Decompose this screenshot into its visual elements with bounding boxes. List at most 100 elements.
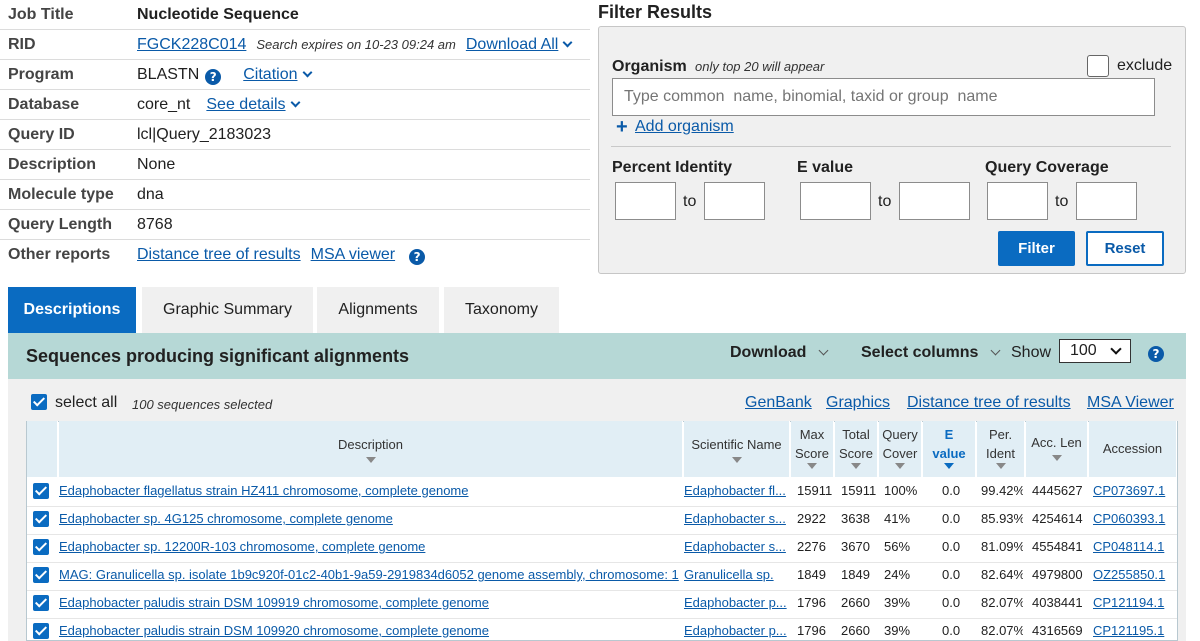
job-title-label: Job Title — [8, 6, 74, 23]
msa-viewer-link[interactable]: MSA viewer — [311, 246, 395, 264]
job-summary: Job Title Nucleotide Sequence RID FGCK22… — [0, 0, 590, 270]
row-description-link[interactable]: Edaphobacter flagellatus strain HZ411 ch… — [59, 483, 679, 498]
chevron-down-icon[interactable] — [302, 67, 312, 78]
query-length-label: Query Length — [8, 216, 113, 233]
header-description[interactable]: Description — [59, 421, 683, 477]
header-total-score[interactable]: Total Score — [835, 421, 878, 477]
row-checkbox[interactable] — [33, 483, 49, 499]
genbank-link[interactable]: GenBank — [745, 394, 812, 412]
evalue-min-input[interactable] — [800, 182, 871, 220]
tab-alignments[interactable]: Alignments — [317, 287, 439, 333]
summary-row-job-title: Job Title Nucleotide Sequence — [0, 0, 590, 30]
row-accession-link[interactable]: CP073697.1 — [1093, 483, 1173, 498]
row-accession-link[interactable]: CP121194.1 — [1093, 595, 1173, 610]
download-menu[interactable]: Download — [730, 344, 829, 362]
row-checkbox[interactable] — [33, 539, 49, 555]
row-acc-len: 4038441 — [1032, 595, 1083, 610]
row-total-score: 2660 — [841, 595, 870, 610]
row-description-link[interactable]: Edaphobacter sp. 4G125 chromosome, compl… — [59, 511, 679, 526]
select-all-checkbox[interactable] — [31, 394, 47, 410]
row-accession-link[interactable]: CP060393.1 — [1093, 511, 1173, 526]
row-description-link[interactable]: Edaphobacter paludis strain DSM 109919 c… — [59, 595, 679, 610]
header-accession[interactable]: Accession — [1089, 421, 1177, 477]
organism-input[interactable] — [612, 78, 1155, 116]
row-checkbox[interactable] — [33, 595, 49, 611]
msa-viewer-results-link[interactable]: MSA Viewer — [1087, 394, 1174, 412]
evalue-max-input[interactable] — [899, 182, 970, 220]
chevron-down-icon[interactable] — [562, 37, 573, 48]
filter-button[interactable]: Filter — [998, 231, 1075, 266]
query-coverage-min-input[interactable] — [987, 182, 1048, 220]
show-count-select[interactable]: 100 — [1059, 339, 1131, 363]
header-evalue[interactable]: Evalue — [923, 421, 976, 477]
row-evalue: 0.0 — [942, 623, 961, 638]
query-length-value: 8768 — [137, 216, 173, 233]
row-per-ident: 82.07% — [981, 595, 1023, 610]
program-value: BLASTN — [137, 66, 200, 83]
header-query-cover[interactable]: Query Cover — [879, 421, 922, 477]
row-checkbox[interactable] — [33, 511, 49, 527]
percent-identity-max-input[interactable] — [704, 182, 765, 220]
plus-icon[interactable]: + — [616, 116, 628, 139]
row-accession-link[interactable]: OZ255850.1 — [1093, 567, 1173, 582]
row-evalue: 0.0 — [942, 567, 961, 582]
tab-graphic-summary[interactable]: Graphic Summary — [142, 287, 313, 333]
molecule-type-value: dna — [137, 186, 164, 203]
summary-row-program: Program BLASTN ? Citation — [0, 60, 590, 90]
row-scientific-name-link[interactable]: Edaphobacter s... — [684, 539, 788, 554]
query-coverage-label: Query Coverage — [985, 159, 1109, 176]
row-divider — [27, 562, 1177, 563]
graphics-link[interactable]: Graphics — [826, 394, 890, 412]
row-description-link[interactable]: MAG: Granulicella sp. isolate 1b9c920f-0… — [59, 567, 679, 582]
row-query-cover: 39% — [884, 595, 911, 610]
sort-icon — [807, 463, 817, 469]
header-scientific-name[interactable]: Scientific Name — [684, 421, 790, 477]
row-scientific-name-link[interactable]: Edaphobacter s... — [684, 511, 788, 526]
tab-descriptions[interactable]: Descriptions — [8, 287, 136, 333]
chevron-down-icon[interactable] — [290, 97, 300, 108]
header-max-score[interactable]: Max Score — [791, 421, 834, 477]
other-reports-label: Other reports — [8, 246, 111, 263]
row-scientific-name-link[interactable]: Edaphobacter p... — [684, 623, 788, 638]
row-per-ident: 99.42% — [981, 483, 1023, 498]
row-scientific-name-link[interactable]: Edaphobacter p... — [684, 595, 788, 610]
row-max-score: 1796 — [797, 595, 826, 610]
help-icon[interactable]: ? — [1148, 346, 1164, 362]
summary-row-query-id: Query ID lcl|Query_2183023 — [0, 120, 590, 150]
distance-tree-results-link[interactable]: Distance tree of results — [907, 394, 1071, 412]
tab-taxonomy[interactable]: Taxonomy — [444, 287, 559, 333]
row-checkbox[interactable] — [33, 567, 49, 583]
header-per-ident[interactable]: Per. Ident — [977, 421, 1025, 477]
row-query-cover: 56% — [884, 539, 911, 554]
row-description-link[interactable]: Edaphobacter sp. 12200R-103 chromosome, … — [59, 539, 679, 554]
selected-count: 100 sequences selected — [132, 397, 273, 412]
evalue-label: E value — [797, 159, 854, 176]
query-coverage-max-input[interactable] — [1076, 182, 1137, 220]
header-acc-len[interactable]: Acc. Len — [1026, 421, 1088, 477]
row-scientific-name-link[interactable]: Edaphobacter fl... — [684, 483, 788, 498]
see-details-link[interactable]: See details — [206, 96, 285, 113]
header-select-column — [27, 421, 58, 477]
row-description-link[interactable]: Edaphobacter paludis strain DSM 109920 c… — [59, 623, 679, 638]
select-columns-menu[interactable]: Select columns — [861, 344, 1001, 362]
chevron-down-icon — [1110, 343, 1122, 355]
distance-tree-link[interactable]: Distance tree of results — [137, 246, 301, 264]
row-accession-link[interactable]: CP048114.1 — [1093, 539, 1173, 554]
reset-button[interactable]: Reset — [1086, 231, 1164, 266]
row-accession-link[interactable]: CP121195.1 — [1093, 623, 1173, 638]
download-all-link[interactable]: Download All — [466, 36, 559, 53]
exclude-checkbox[interactable] — [1087, 55, 1109, 77]
citation-link[interactable]: Citation — [243, 66, 297, 83]
add-organism-link[interactable]: Add organism — [635, 118, 734, 136]
row-per-ident: 82.64% — [981, 567, 1023, 582]
help-icon[interactable]: ? — [409, 249, 426, 265]
rid-label: RID — [8, 36, 36, 53]
show-label: Show — [1011, 344, 1052, 361]
row-scientific-name-link[interactable]: Granulicella sp. — [684, 567, 788, 582]
exclude-label: exclude — [1117, 57, 1173, 74]
help-icon[interactable]: ? — [205, 69, 222, 85]
row-checkbox[interactable] — [33, 623, 49, 639]
filter-panel: Organism only top 20 will appear exclude… — [598, 26, 1186, 274]
percent-identity-min-input[interactable] — [615, 182, 676, 220]
rid-link[interactable]: FGCK228C014 — [137, 36, 246, 54]
